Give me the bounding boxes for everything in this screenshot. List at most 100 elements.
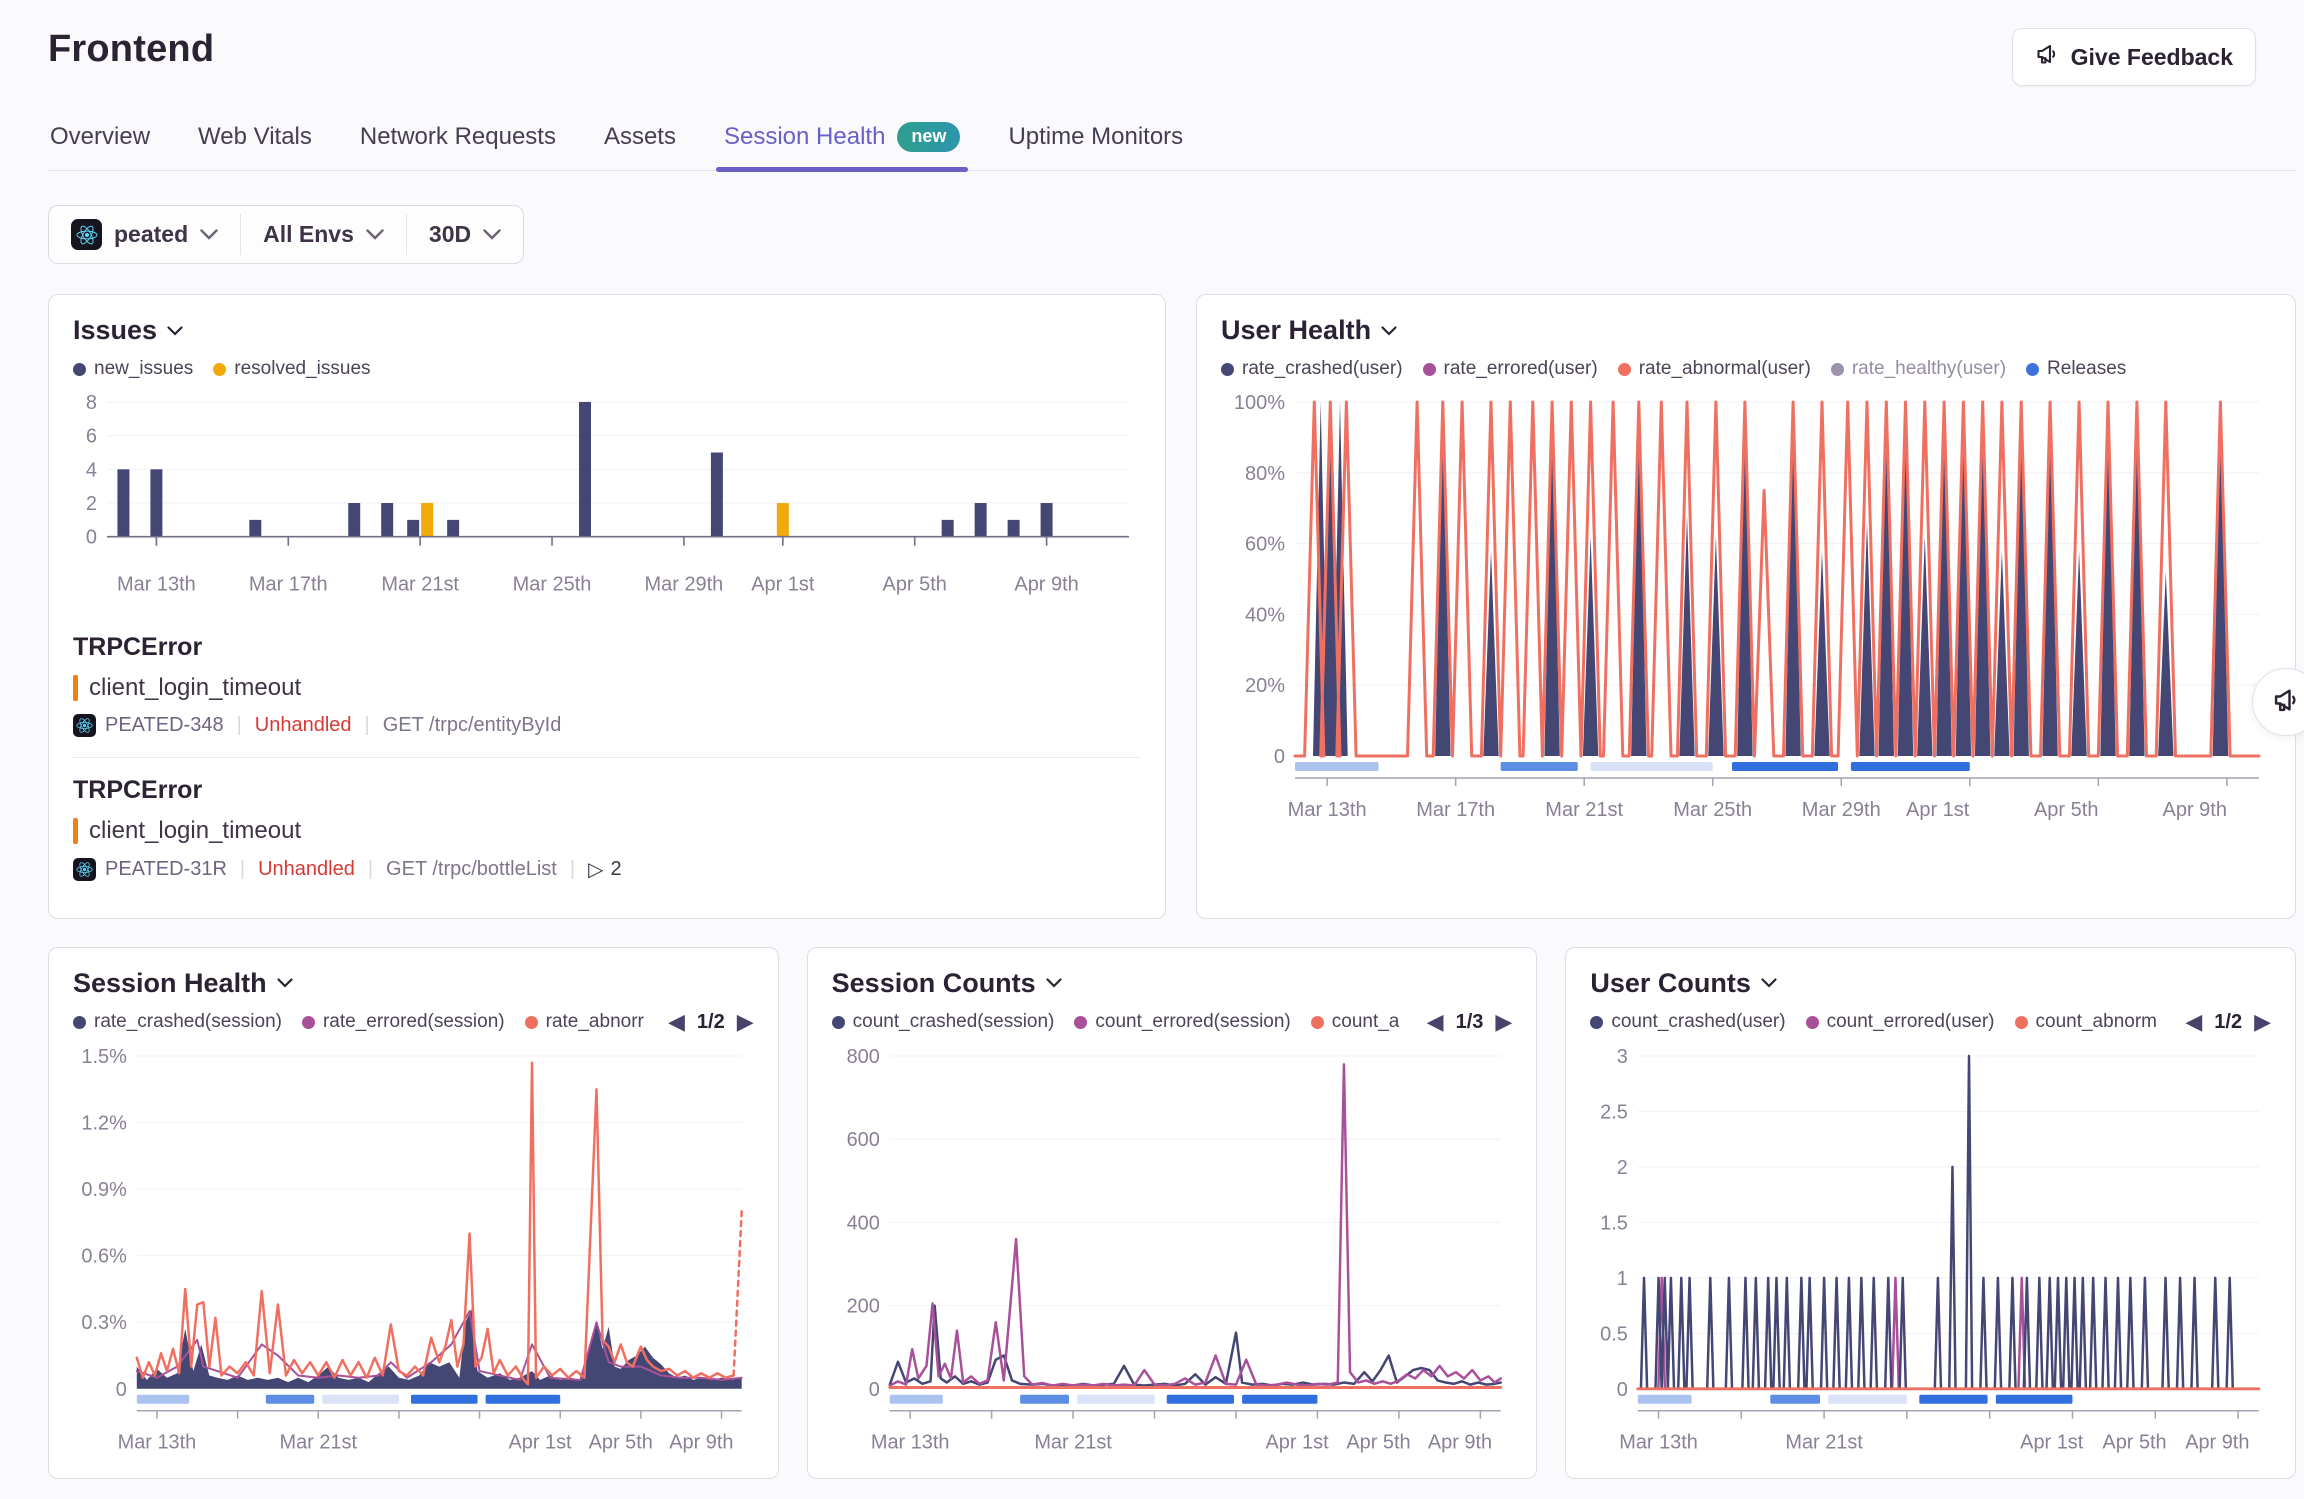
date-range-filter[interactable]: 30D	[407, 206, 523, 263]
legend-item[interactable]: Releases	[2026, 358, 2126, 380]
pager-prev-icon[interactable]: ◀	[668, 1011, 685, 1033]
user-counts-panel: User Counts count_crashed(user) count_er…	[1565, 947, 2296, 1480]
tab-label: Assets	[604, 123, 676, 151]
tab[interactable]: Network Requests	[358, 116, 558, 170]
legend-label: rate_abnorr	[546, 1011, 644, 1033]
legend-label: count_crashed(session)	[853, 1011, 1055, 1033]
user-health-panel-title-menu[interactable]: User Health	[1221, 315, 2271, 346]
svg-text:Apr 1st: Apr 1st	[1906, 799, 1970, 821]
legend-dot-icon	[1831, 363, 1844, 376]
tab[interactable]: Overview	[48, 116, 152, 170]
session-counts-chart[interactable]: 0200400600800Mar 13thMar 21stApr 1stApr …	[832, 1044, 1513, 1463]
svg-text:Apr 5th: Apr 5th	[2034, 799, 2098, 821]
session-counts-panel: Session Counts count_crashed(session) co…	[807, 947, 1538, 1480]
session-health-panel-title-menu[interactable]: Session Health	[73, 968, 754, 999]
tab[interactable]: Uptime Monitors	[1006, 116, 1185, 170]
svg-text:Mar 17th: Mar 17th	[249, 574, 328, 596]
page-title: Frontend	[48, 28, 214, 71]
legend-dot-icon	[2015, 1016, 2028, 1029]
legend-label: rate_errored(user)	[1444, 358, 1598, 380]
chevron-down-icon	[483, 229, 501, 240]
svg-text:Apr 1st: Apr 1st	[1265, 1431, 1329, 1453]
svg-text:200: 200	[846, 1295, 879, 1317]
svg-text:8: 8	[86, 392, 97, 414]
legend-label: new_issues	[94, 358, 193, 380]
session-health-chart[interactable]: 00.3%0.6%0.9%1.2%1.5%Mar 13thMar 21stApr…	[73, 1044, 754, 1463]
error-level-bar	[73, 818, 78, 844]
legend-dot-icon	[1311, 1016, 1324, 1029]
legend-item[interactable]: count_crashed(session)	[832, 1011, 1055, 1033]
pager-next-icon[interactable]: ▶	[1495, 1011, 1512, 1033]
tab-label: Web Vitals	[198, 123, 312, 151]
session-health-legend: rate_crashed(session) rate_errored(sessi…	[73, 1011, 644, 1033]
pager-prev-icon[interactable]: ◀	[1427, 1011, 1444, 1033]
legend-item[interactable]: new_issues	[73, 358, 193, 380]
issue-row[interactable]: TRPCError client_login_timeout PEATED-34…	[73, 615, 1141, 757]
legend-pager: ◀ 1/2 ▶	[2185, 1011, 2271, 1034]
tab-new-badge: new	[897, 122, 960, 152]
svg-text:Mar 13th: Mar 13th	[1288, 799, 1367, 821]
legend-item[interactable]: rate_crashed(user)	[1221, 358, 1403, 380]
legend-item[interactable]: resolved_issues	[213, 358, 370, 380]
legend-dot-icon	[1423, 363, 1436, 376]
svg-text:1.5: 1.5	[1600, 1212, 1628, 1234]
svg-text:2: 2	[86, 493, 97, 515]
legend-item[interactable]: count_a	[1311, 1011, 1400, 1033]
issues-panel-title-menu[interactable]: Issues	[73, 315, 1141, 346]
legend-label: rate_abnormal(user)	[1639, 358, 1811, 380]
tab-label: Network Requests	[360, 123, 556, 151]
session-counts-panel-title-menu[interactable]: Session Counts	[832, 968, 1513, 999]
react-project-icon	[73, 858, 96, 881]
issue-row[interactable]: TRPCError client_login_timeout PEATED-31…	[73, 757, 1141, 902]
issues-panel: Issues new_issues resolved_issues 02468M…	[48, 294, 1166, 919]
issue-short-id: PEATED-348	[105, 714, 224, 737]
tab[interactable]: Session Health new	[722, 116, 962, 170]
give-feedback-button[interactable]: Give Feedback	[2012, 28, 2256, 86]
chevron-down-icon	[1046, 978, 1062, 988]
legend-item[interactable]: rate_errored(session)	[302, 1011, 505, 1033]
issues-bar-chart[interactable]: 02468Mar 13thMar 17thMar 21stMar 25thMar…	[73, 390, 1141, 605]
user-health-legend: rate_crashed(user) rate_errored(user) ra…	[1221, 358, 2126, 380]
legend-item[interactable]: rate_abnormal(user)	[1618, 358, 1811, 380]
issue-type[interactable]: TRPCError	[73, 633, 1141, 662]
pager-next-icon[interactable]: ▶	[737, 1011, 754, 1033]
svg-text:Mar 13th: Mar 13th	[117, 574, 196, 596]
svg-text:0.9%: 0.9%	[81, 1179, 126, 1201]
legend-item[interactable]: rate_abnorr	[525, 1011, 644, 1033]
issue-endpoint: GET /trpc/entityById	[383, 714, 562, 737]
legend-item[interactable]: rate_healthy(user)	[1831, 358, 2006, 380]
user-counts-chart[interactable]: 00.511.522.53Mar 13thMar 21stApr 1stApr …	[1590, 1044, 2271, 1463]
legend-item[interactable]: count_errored(user)	[1806, 1011, 1995, 1033]
legend-dot-icon	[1074, 1016, 1087, 1029]
legend-item[interactable]: count_crashed(user)	[1590, 1011, 1785, 1033]
legend-item[interactable]: rate_crashed(session)	[73, 1011, 282, 1033]
legend-pager: ◀ 1/3 ▶	[1427, 1011, 1513, 1034]
svg-text:4: 4	[86, 459, 97, 481]
svg-text:Mar 21st: Mar 21st	[280, 1431, 358, 1453]
issue-type[interactable]: TRPCError	[73, 776, 1141, 805]
project-filter[interactable]: peated	[49, 206, 240, 263]
svg-text:Apr 1st: Apr 1st	[508, 1431, 572, 1453]
legend-dot-icon	[73, 1016, 86, 1029]
svg-text:80%: 80%	[1245, 463, 1285, 485]
legend-item[interactable]: rate_errored(user)	[1423, 358, 1598, 380]
legend-label: rate_errored(session)	[323, 1011, 505, 1033]
replay-count[interactable]: ▷ 2	[588, 857, 622, 882]
legend-item[interactable]: count_abnorm	[2015, 1011, 2157, 1033]
legend-dot-icon	[2026, 363, 2039, 376]
pager-next-icon[interactable]: ▶	[2254, 1011, 2271, 1033]
svg-text:Apr 5th: Apr 5th	[589, 1431, 653, 1453]
environment-filter[interactable]: All Envs	[241, 206, 406, 263]
issue-list: TRPCError client_login_timeout PEATED-34…	[73, 615, 1141, 902]
user-health-chart[interactable]: 020%40%60%80%100%Mar 13thMar 17thMar 21s…	[1221, 390, 2271, 830]
tab[interactable]: Assets	[602, 116, 678, 170]
tab[interactable]: Web Vitals	[196, 116, 314, 170]
legend-item[interactable]: count_errored(session)	[1074, 1011, 1290, 1033]
tab-label: Uptime Monitors	[1008, 123, 1183, 151]
user-counts-legend: count_crashed(user) count_errored(user) …	[1590, 1011, 2157, 1033]
pager-prev-icon[interactable]: ◀	[2185, 1011, 2202, 1033]
user-counts-panel-title-menu[interactable]: User Counts	[1590, 968, 2271, 999]
legend-dot-icon	[213, 363, 226, 376]
chevron-down-icon	[366, 229, 384, 240]
svg-text:600: 600	[846, 1129, 879, 1151]
